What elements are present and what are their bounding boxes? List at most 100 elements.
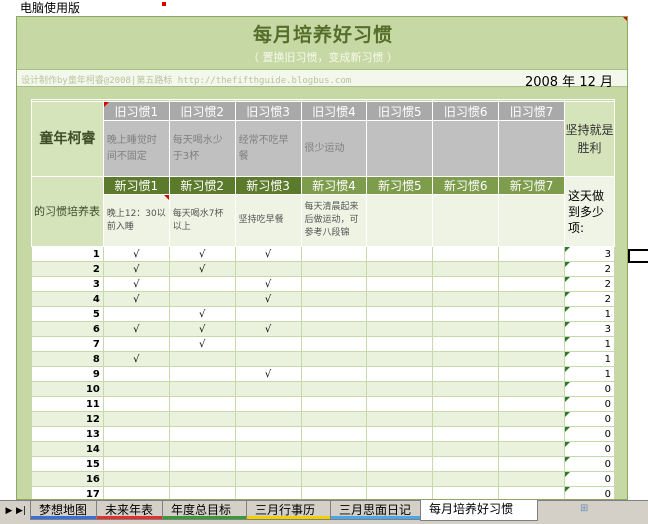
new-habit-header[interactable]: 新习惯5 xyxy=(366,176,434,195)
habit-check-cell[interactable] xyxy=(234,456,302,472)
day-number[interactable]: 9 xyxy=(31,366,104,382)
habit-check-cell[interactable]: √ xyxy=(234,276,302,292)
habit-check-cell[interactable] xyxy=(234,471,302,487)
old-habit-description[interactable] xyxy=(366,120,434,177)
habit-check-cell[interactable] xyxy=(498,396,565,412)
first-sheet-icon[interactable]: ▶ xyxy=(4,505,14,517)
habit-check-cell[interactable] xyxy=(432,351,500,367)
habit-check-cell[interactable]: √ xyxy=(102,321,170,337)
old-habit-description[interactable] xyxy=(498,120,565,177)
habit-check-cell[interactable] xyxy=(366,321,434,337)
habit-check-cell[interactable]: √ xyxy=(102,291,170,307)
habit-check-cell[interactable] xyxy=(366,276,434,292)
day-number[interactable]: 6 xyxy=(31,321,104,337)
habit-check-cell[interactable] xyxy=(366,291,434,307)
habit-check-cell[interactable]: √ xyxy=(234,321,302,337)
habit-check-cell[interactable] xyxy=(300,246,368,262)
habit-check-cell[interactable] xyxy=(300,486,368,499)
habit-check-cell[interactable] xyxy=(300,291,368,307)
habit-check-cell[interactable] xyxy=(366,411,434,427)
old-habit-header[interactable]: 旧习惯3 xyxy=(234,101,302,121)
habit-check-cell[interactable] xyxy=(432,321,500,337)
day-number[interactable]: 3 xyxy=(31,276,104,292)
daily-count[interactable]: 2 xyxy=(563,276,616,292)
habit-check-cell[interactable] xyxy=(432,276,500,292)
new-habit-description[interactable] xyxy=(432,194,500,247)
habit-check-cell[interactable] xyxy=(168,351,236,367)
habit-check-cell[interactable] xyxy=(300,426,368,442)
new-habit-description[interactable]: 每天清晨起来后做运动，可参考八段锦 xyxy=(300,194,368,247)
day-number[interactable]: 14 xyxy=(31,441,104,457)
habit-check-cell[interactable] xyxy=(300,441,368,457)
daily-count[interactable]: 2 xyxy=(563,291,616,307)
old-habit-description[interactable]: 每天喝水少于3杯 xyxy=(168,120,236,177)
habit-check-cell[interactable]: √ xyxy=(168,306,236,322)
habit-check-cell[interactable]: √ xyxy=(102,246,170,262)
habit-check-cell[interactable] xyxy=(300,456,368,472)
habit-check-cell[interactable]: √ xyxy=(234,291,302,307)
old-habit-description[interactable]: 经常不吃早餐 xyxy=(234,120,302,177)
habit-check-cell[interactable] xyxy=(234,351,302,367)
sheet-tab[interactable]: 三月思面日记 xyxy=(330,501,426,520)
habit-check-cell[interactable]: √ xyxy=(234,366,302,382)
new-habit-description[interactable]: 晚上12：30以前入睡 xyxy=(102,194,170,247)
habit-check-cell[interactable] xyxy=(168,411,236,427)
habit-check-cell[interactable] xyxy=(498,321,565,337)
habit-check-cell[interactable] xyxy=(432,336,500,352)
table-label[interactable]: 的习惯培养表 xyxy=(31,176,104,247)
daily-count[interactable]: 3 xyxy=(563,321,616,337)
daily-count[interactable]: 0 xyxy=(563,471,616,487)
old-habit-description[interactable]: 晚上睡觉时间不固定 xyxy=(102,120,170,177)
habit-check-cell[interactable] xyxy=(432,426,500,442)
habit-check-cell[interactable] xyxy=(498,261,565,277)
habit-check-cell[interactable] xyxy=(366,471,434,487)
habit-check-cell[interactable] xyxy=(432,411,500,427)
habit-check-cell[interactable]: √ xyxy=(168,321,236,337)
daily-count[interactable]: 0 xyxy=(563,441,616,457)
habit-check-cell[interactable] xyxy=(432,381,500,397)
habit-check-cell[interactable] xyxy=(234,306,302,322)
habit-check-cell[interactable] xyxy=(102,366,170,382)
sheet-tab[interactable]: 未来年表 xyxy=(96,501,168,520)
month-date[interactable]: 2008 年 12 月 xyxy=(525,71,613,90)
habit-check-cell[interactable] xyxy=(432,486,500,499)
day-number[interactable]: 5 xyxy=(31,306,104,322)
old-habit-header[interactable]: 旧习惯5 xyxy=(366,101,434,121)
sheet-tab[interactable]: 梦想地图 xyxy=(30,501,102,520)
day-number[interactable]: 2 xyxy=(31,261,104,277)
habit-check-cell[interactable] xyxy=(432,456,500,472)
habit-check-cell[interactable] xyxy=(498,246,565,262)
habit-check-cell[interactable] xyxy=(168,471,236,487)
habit-check-cell[interactable] xyxy=(102,411,170,427)
habit-check-cell[interactable] xyxy=(498,456,565,472)
daily-count[interactable]: 0 xyxy=(563,486,616,499)
habit-check-cell[interactable] xyxy=(366,441,434,457)
habit-check-cell[interactable] xyxy=(300,276,368,292)
daily-count[interactable]: 0 xyxy=(563,456,616,472)
day-number[interactable]: 10 xyxy=(31,381,104,397)
habit-check-cell[interactable] xyxy=(498,486,565,499)
habit-check-cell[interactable] xyxy=(366,456,434,472)
more-sheets-icon[interactable]: ⊞ xyxy=(580,503,608,519)
old-habit-header[interactable]: 旧习惯4 xyxy=(300,101,368,121)
habit-check-cell[interactable] xyxy=(300,366,368,382)
day-number[interactable]: 4 xyxy=(31,291,104,307)
habit-check-cell[interactable]: √ xyxy=(168,246,236,262)
daily-count[interactable]: 1 xyxy=(563,366,616,382)
habit-check-cell[interactable]: √ xyxy=(168,336,236,352)
habit-check-cell[interactable] xyxy=(300,396,368,412)
new-habit-description[interactable]: 坚持吃早餐 xyxy=(234,194,302,247)
day-number[interactable]: 16 xyxy=(31,471,104,487)
habit-check-cell[interactable] xyxy=(432,366,500,382)
daily-count[interactable]: 0 xyxy=(563,426,616,442)
habit-check-cell[interactable] xyxy=(102,336,170,352)
habit-check-cell[interactable] xyxy=(102,441,170,457)
habit-check-cell[interactable] xyxy=(432,246,500,262)
habit-check-cell[interactable] xyxy=(234,441,302,457)
habit-check-cell[interactable] xyxy=(366,426,434,442)
day-number[interactable]: 13 xyxy=(31,426,104,442)
habit-check-cell[interactable] xyxy=(168,396,236,412)
habit-check-cell[interactable] xyxy=(300,411,368,427)
daily-count[interactable]: 0 xyxy=(563,411,616,427)
habit-check-cell[interactable] xyxy=(498,276,565,292)
